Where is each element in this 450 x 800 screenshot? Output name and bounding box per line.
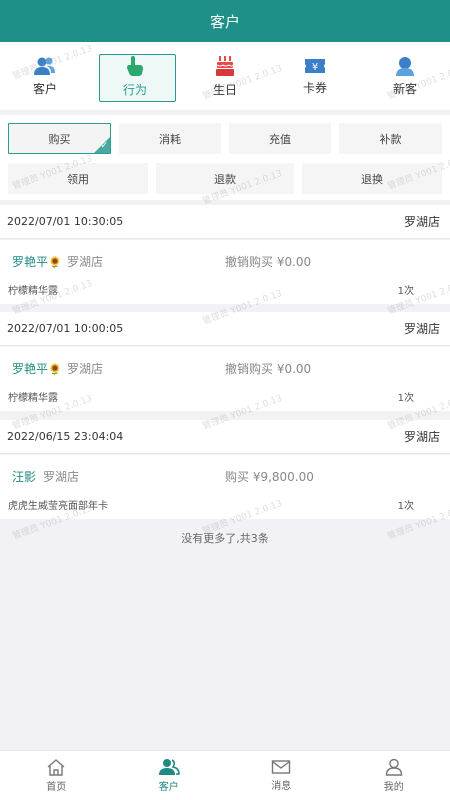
filter-supplement[interactable]: 补款 xyxy=(339,123,442,154)
tab-home[interactable]: 首页 xyxy=(0,751,113,800)
record-datetime: 2022/06/15 23:04:04 xyxy=(7,430,124,443)
tab-messages[interactable]: 消息 xyxy=(225,751,338,800)
product-name: 柠檬精华露 xyxy=(8,286,58,297)
sunflower-icon: 🌻 xyxy=(48,256,62,269)
cake-icon xyxy=(216,55,234,76)
product-name: 柠檬精华露 xyxy=(8,393,58,404)
mail-icon xyxy=(272,760,291,774)
record-datetime: 2022/07/01 10:30:05 xyxy=(7,215,124,228)
record-times: 1次 xyxy=(397,286,414,297)
new-user-icon xyxy=(396,56,414,76)
customer-name[interactable]: 罗艳平🌻 xyxy=(12,360,62,377)
customer-store: 罗湖店 xyxy=(67,255,104,269)
check-icon: ✓ xyxy=(100,141,108,151)
nav-item-new-customers[interactable]: 新客 xyxy=(360,42,450,110)
list-end-note: 没有更多了,共3条 xyxy=(181,532,269,545)
page-title: 客户 xyxy=(209,12,240,31)
filter-exchange[interactable]: 退换 xyxy=(302,163,442,194)
record-datetime: 2022/07/01 10:00:05 xyxy=(7,322,124,335)
app-header: 客户 xyxy=(0,0,450,42)
nav-item-customers[interactable]: 客户 xyxy=(0,42,90,110)
record-store: 罗湖店 xyxy=(403,430,440,444)
sunflower-icon: 🌻 xyxy=(48,363,62,376)
customer-store: 罗湖店 xyxy=(43,470,80,484)
category-nav: 客户 行为 生日 ¥ 卡券 新客 xyxy=(0,42,450,110)
record-item[interactable]: 罗艳平🌻 罗湖店 撤销购买 ¥0.00 柠檬精华露 1次 xyxy=(0,347,450,411)
customer-name[interactable]: 罗艳平🌻 xyxy=(12,253,62,270)
filter-refund[interactable]: 退款 xyxy=(156,163,294,194)
product-name: 虎虎生威莹亮面部年卡 xyxy=(8,501,108,512)
profile-icon xyxy=(385,758,402,776)
svg-text:¥: ¥ xyxy=(312,62,318,73)
record-item[interactable]: 罗艳平🌻 罗湖店 撤销购买 ¥0.00 柠檬精华露 1次 xyxy=(0,240,450,304)
bottom-tab-bar: 首页 客户 消息 我的 xyxy=(0,750,450,800)
filter-panel: 购买 ✓ 消耗 充值 补款 领用 退款 退换 xyxy=(0,115,450,200)
record-action: 购买 ¥9,800.00 xyxy=(225,470,314,484)
record-times: 1次 xyxy=(397,501,414,512)
record-header: 2022/06/15 23:04:04 罗湖店 xyxy=(0,420,450,454)
record-action: 撤销购买 ¥0.00 xyxy=(225,255,312,269)
tab-mine[interactable]: 我的 xyxy=(338,751,450,800)
filter-recharge[interactable]: 充值 xyxy=(229,123,331,154)
pointer-hand-icon xyxy=(127,55,143,76)
filter-consume[interactable]: 消耗 xyxy=(119,123,221,154)
record-store: 罗湖店 xyxy=(403,322,440,336)
home-icon xyxy=(47,759,65,776)
filter-purchase[interactable]: 购买 ✓ xyxy=(8,123,111,154)
record-action: 撤销购买 ¥0.00 xyxy=(225,362,312,376)
nav-item-behavior[interactable]: 行为 xyxy=(90,42,180,110)
record-header: 2022/07/01 10:00:05 罗湖店 xyxy=(0,312,450,346)
nav-item-coupons[interactable]: ¥ 卡券 xyxy=(270,42,360,110)
record-item[interactable]: 汪影 罗湖店 购买 ¥9,800.00 虎虎生威莹亮面部年卡 1次 xyxy=(0,455,450,519)
filter-receive[interactable]: 领用 xyxy=(8,163,148,194)
customer-store: 罗湖店 xyxy=(67,362,104,376)
ticket-icon: ¥ xyxy=(305,58,325,73)
users-icon xyxy=(34,57,55,75)
record-header: 2022/07/01 10:30:05 罗湖店 xyxy=(0,205,450,239)
nav-item-birthday[interactable]: 生日 xyxy=(180,42,270,110)
record-store: 罗湖店 xyxy=(403,215,440,229)
tab-customers[interactable]: 客户 xyxy=(113,751,226,800)
customer-name[interactable]: 汪影 xyxy=(12,468,36,485)
record-times: 1次 xyxy=(397,393,414,404)
customers-icon xyxy=(158,759,180,775)
